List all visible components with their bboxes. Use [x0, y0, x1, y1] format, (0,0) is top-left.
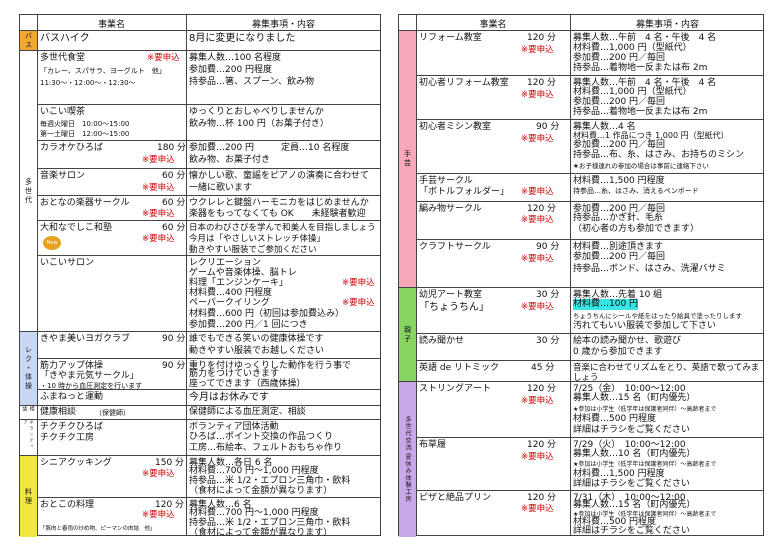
- row-knit: 編み物サークル 120 分 ※要申込 参加費…200 円／毎回 持参品…かぎ針、…: [416, 202, 763, 240]
- band-multi: 多世代: [20, 51, 37, 332]
- right-table: 事業名 募集事項・内容 手芸 親子 多世代交流 夏休み体験工房 リフォーム教室 …: [398, 14, 764, 537]
- row-art: 幼児アート教室 30 分 「ちょうちん」 ※要申込 募集人数…先着 10 組 材…: [416, 288, 763, 334]
- row-kenko: 健康相談 （保健師） 保健師による血圧測定、相談: [37, 406, 380, 420]
- row-chikuchiku: チクチクひろば チクチク工房 ボランティア団体活動 ひろば…ポイント交換の作品つ…: [37, 420, 380, 456]
- row-yomikikase: 読み聞かせ 30 分 絵本の読み聞かせ、歌遊び 0 歳から参加できます: [416, 334, 763, 361]
- row-craft: クラフトサークル 90 分 ※要申込 材料費…別途頂きます 参加費…200 円／…: [416, 240, 763, 288]
- row-reform-beginner: 初心者リフォーム教室 120 分 ※要申込 募集人数…午前 4 名・午後 4 名…: [416, 76, 763, 120]
- band-health: 相談: [20, 406, 37, 420]
- row-otoko-ryori: おとこの料理 120 分 ※要申込 「豚肉と春雨の炒め物、ピーマンの肉詰 他」 …: [40, 500, 351, 538]
- row-eigo: 英語 de リトミック 45 分 音楽に合わせてリズムをとり、英語で歌ってみまし…: [416, 361, 763, 383]
- row-handcraft: 手芸サークル 「ボトルフォルダー」 ※要申込 材料費…1,500 円程度 持参品…: [416, 174, 763, 202]
- row-salon: 音楽サロン 60 分 ※要申込 懐かしい歌、童謡をピアノの演奏に合わせて 一緒に…: [37, 169, 380, 196]
- new-badge: New: [43, 236, 61, 250]
- row-fumatto: ふまねっと運動 今月はお休みです: [37, 390, 380, 406]
- row-gakki: おとなの楽器サークル 60 分 ※要申込 ウクレレと鍵盤ハーモニカをはじめません…: [37, 196, 380, 221]
- right-header: 事業名 募集事項・内容: [399, 15, 763, 31]
- header-details: 募集事項・内容: [635, 20, 699, 30]
- row-string-art: ストリングアート 120 分 ※要申込 7/25（金） 10:00～12:00 …: [416, 382, 763, 438]
- row-pizza: ピザと絶品プリン 120 分 ※要申込 7/31（木） 10:00～12:00 …: [419, 493, 717, 536]
- row-shokudo: 多世代食堂 ※要申込 「カレー、スパサラ、ヨーグルト 他」 11:30～・12:…: [37, 51, 380, 105]
- row-bus: バスハイク 8月に変更になりました: [37, 31, 380, 51]
- row-nuno-zori: 布草履 120 分 ※要申込 7/29（火） 10:00～12:00 募集人数……: [416, 438, 763, 491]
- band-summer: 多世代交流 夏休み体験工房: [399, 382, 416, 537]
- row-nadeshiko: 大和なでしこ和塾 60 分 New ※要申込 日本のわびさびを学んで和美人を目指…: [37, 221, 393, 256]
- band-cook: 料理: [20, 456, 37, 537]
- row-reform: リフォーム教室 120 分 ※要申込 募集人数…午前 4 名・午後 4 名 材料…: [416, 31, 763, 76]
- band-craft: 手芸: [399, 31, 416, 288]
- header-event: 事業名: [479, 20, 507, 30]
- band-rec: レク・体操: [20, 332, 37, 406]
- row-karaoke: カラオケひろば 180 分 ※要申込 参加費…200 円 定員…10 名程度 飲…: [37, 141, 380, 169]
- band-volunteer: ボランティア: [20, 420, 37, 456]
- left-table: 事業名 募集事項・内容 バス 多世代 レク・体操 相談 ボランティア 料理 バス…: [19, 14, 393, 538]
- row-mishin: 初心者ミシン教室 90 分 ※要申込 募集人数…4 名 材料費…1 作品につき …: [416, 120, 763, 174]
- row-kinryoku: 筋力アップ体操 90 分 「きやま元気サークル」 ・10 時から血圧測定を行いま…: [37, 359, 380, 390]
- band-bus: バス: [20, 31, 37, 51]
- row-kissa: いこい喫茶 毎週火曜日 10:00～15:00 第一土曜日 12:00～15:0…: [37, 105, 380, 141]
- row-yoga: きやま美いヨガクラブ 90 分 誰でもできる笑いの健康体操です 動きやすい服装で…: [37, 332, 380, 359]
- row-ikoi-salon: いこいサロン レクリエーション ゲームや音楽体操、脳トレ 料理「エンジンケーキ」…: [37, 256, 380, 332]
- band-parent: 親子: [399, 288, 416, 382]
- left-header: 事業名 募集事項・内容: [20, 15, 380, 31]
- header-event: 事業名: [97, 20, 125, 30]
- row-senior-cooking: シニアクッキング 150 分 ※要申込 募集人数…各日 6 名 材料費…700 …: [37, 456, 380, 498]
- header-details: 募集事項・内容: [251, 20, 315, 30]
